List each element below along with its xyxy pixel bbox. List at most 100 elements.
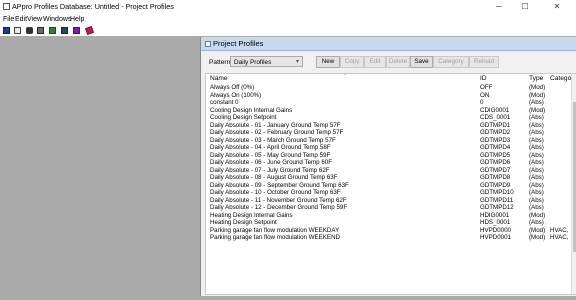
cell-id: HVPD0000 bbox=[480, 226, 511, 234]
eraser-icon[interactable] bbox=[85, 26, 94, 35]
table-row[interactable]: Daily Absolute - 06 - June Ground Temp 6… bbox=[206, 159, 576, 166]
menu-file[interactable]: File bbox=[3, 16, 14, 24]
cell-id: GDTMPD6 bbox=[480, 159, 511, 166]
window-title: APpro Profiles Database: Untitled - Proj… bbox=[12, 2, 174, 11]
cell-name: Daily Absolute - 05 - May Ground Temp 59… bbox=[210, 151, 331, 159]
cell-name: Cooling Design Setpoint bbox=[210, 114, 277, 121]
cell-id: CDIG0001 bbox=[480, 106, 510, 114]
cell-id: CDS_0001 bbox=[480, 114, 511, 121]
menu-view[interactable]: View bbox=[27, 16, 42, 24]
cell-name: Daily Absolute - 03 - March Ground Temp … bbox=[210, 136, 336, 144]
reload-button[interactable]: Reload bbox=[469, 56, 499, 68]
cell-type: (Mod) bbox=[529, 226, 546, 234]
cell-name: Heating Design Internal Gains bbox=[210, 211, 293, 219]
table-row[interactable]: Cooling Design Internal Gains CDIG0001 (Mo… bbox=[206, 107, 576, 114]
grid-icon[interactable] bbox=[61, 27, 68, 34]
cell-type: (Abs) bbox=[529, 204, 544, 211]
table-row[interactable]: Daily Absolute - 01 - January Ground Tem… bbox=[206, 122, 576, 129]
cell-id: GDTMPD12 bbox=[480, 204, 514, 211]
copy-icon[interactable] bbox=[37, 27, 44, 34]
menu-edit[interactable]: Edit bbox=[15, 16, 27, 24]
print-icon[interactable] bbox=[14, 27, 21, 34]
cell-type: (Abs) bbox=[529, 144, 544, 151]
cell-id: GDTMPD11 bbox=[480, 196, 514, 204]
new-button[interactable]: New bbox=[316, 56, 340, 68]
cell-id: GDTMPD3 bbox=[480, 136, 511, 144]
table-row[interactable]: Daily Absolute - 09 - September Ground T… bbox=[206, 182, 576, 189]
toolbar bbox=[0, 25, 576, 36]
menu-help[interactable]: Help bbox=[70, 16, 84, 24]
copy-button[interactable]: Copy bbox=[340, 56, 364, 68]
cell-id: HDIG0001 bbox=[480, 211, 510, 219]
table-row[interactable]: Daily Absolute - 05 - May Ground Temp 59… bbox=[206, 152, 576, 159]
table-row[interactable]: Parking garage fan flow modulation WEEKD… bbox=[206, 227, 576, 234]
table-row[interactable]: Daily Absolute - 07 - July Ground Temp 6… bbox=[206, 167, 576, 174]
maximize-button[interactable]: ☐ bbox=[513, 0, 537, 14]
cell-id: GDTMPD7 bbox=[480, 166, 511, 174]
cell-id: GDTMPD4 bbox=[480, 144, 511, 151]
cell-name: Heating Design Setpoint bbox=[210, 219, 277, 226]
sort-ascending-icon: ^ bbox=[344, 73, 347, 79]
cell-type: (Mod) bbox=[529, 91, 546, 99]
cell-id: GDTMPD1 bbox=[480, 121, 511, 129]
table-row[interactable]: constant 0 0 (Abs) bbox=[206, 99, 576, 106]
cell-type: (Abs) bbox=[529, 159, 544, 166]
cell-id: HDS_0001 bbox=[480, 219, 511, 226]
menu-bar: File Edit View Windows Help bbox=[0, 14, 576, 25]
book-icon[interactable] bbox=[73, 27, 80, 34]
pattern-value: Daily Profiles bbox=[234, 59, 272, 66]
table-row[interactable]: Daily Absolute - 02 - February Ground Te… bbox=[206, 129, 576, 136]
cell-name: Daily Absolute - 06 - June Ground Temp 6… bbox=[210, 159, 332, 166]
table-row[interactable]: Daily Absolute - 10 - October Ground Tem… bbox=[206, 189, 576, 196]
project-profiles-window: Project Profiles Pattern: Daily Profiles… bbox=[200, 37, 576, 296]
vertical-scrollbar[interactable] bbox=[571, 74, 576, 294]
cell-name: Always On (100%) bbox=[210, 91, 262, 99]
cell-name: Daily Absolute - 09 - September Ground T… bbox=[210, 181, 349, 189]
minimize-button[interactable]: ─ bbox=[487, 0, 511, 14]
table-row[interactable]: Daily Absolute - 12 - December Ground Te… bbox=[206, 204, 576, 211]
table-row[interactable]: Always On (100%) ON (Mod) bbox=[206, 92, 576, 99]
save-icon[interactable] bbox=[3, 27, 10, 34]
column-header-name[interactable]: Name bbox=[210, 75, 228, 82]
column-header-category[interactable]: Categor bbox=[550, 75, 573, 82]
cell-type: (Abs) bbox=[529, 151, 544, 159]
cell-id: OFF bbox=[480, 84, 493, 91]
pattern-label: Pattern: bbox=[209, 59, 233, 66]
cell-type: (Abs) bbox=[529, 219, 544, 226]
table-row[interactable]: Daily Absolute - 04 - April Ground Temp … bbox=[206, 144, 576, 151]
delete-button[interactable]: Delete bbox=[386, 56, 410, 68]
profiles-list[interactable]: Name ^ ID Type Categor Always Off (0%) OF… bbox=[205, 73, 576, 295]
window-title-bar[interactable]: APpro Profiles Database: Untitled - Proj… bbox=[0, 0, 576, 14]
cell-type: (Abs) bbox=[529, 99, 544, 106]
table-row[interactable]: Daily Absolute - 11 - November Ground Te… bbox=[206, 197, 576, 204]
cell-name: Daily Absolute - 10 - October Ground Tem… bbox=[210, 189, 341, 196]
table-row[interactable]: Daily Absolute - 08 - August Ground Temp… bbox=[206, 174, 576, 181]
table-row[interactable]: Parking garage fan flow modulation WEEKE… bbox=[206, 234, 576, 241]
find-icon[interactable] bbox=[26, 27, 33, 34]
menu-windows[interactable]: Windows bbox=[43, 16, 71, 24]
table-row[interactable]: Heating Design Setpoint HDS_0001 (Abs) bbox=[206, 219, 576, 226]
cell-name: Daily Absolute - 02 - February Ground Te… bbox=[210, 129, 344, 136]
close-button[interactable]: ✕ bbox=[545, 0, 569, 14]
cell-id: GDTMPD2 bbox=[480, 129, 511, 136]
cell-type: (Mod) bbox=[529, 234, 546, 241]
database-icon[interactable] bbox=[49, 27, 56, 34]
pattern-dropdown[interactable]: Daily Profiles ▾ bbox=[230, 56, 303, 67]
panel-title-bar[interactable]: Project Profiles bbox=[201, 37, 576, 51]
table-row[interactable]: Daily Absolute - 03 - March Ground Temp … bbox=[206, 137, 576, 144]
column-header-type[interactable]: Type bbox=[529, 75, 543, 82]
table-row[interactable]: Cooling Design Setpoint CDS_0001 (Abs) bbox=[206, 114, 576, 121]
cell-type: (Mod) bbox=[529, 106, 546, 114]
cell-id: GDTMPD10 bbox=[480, 189, 514, 196]
column-header-id[interactable]: ID bbox=[480, 75, 487, 82]
cell-name: Daily Absolute - 12 - December Ground Te… bbox=[210, 204, 348, 211]
table-row[interactable]: Heating Design Internal Gains HDIG0001 (Mo… bbox=[206, 212, 576, 219]
cell-type: (Abs) bbox=[529, 181, 544, 189]
category-button[interactable]: Category bbox=[433, 56, 469, 68]
table-row[interactable]: Always Off (0%) OFF (Mod) bbox=[206, 84, 576, 91]
save-button[interactable]: Save bbox=[410, 56, 433, 68]
chevron-down-icon: ▾ bbox=[295, 59, 299, 65]
panel-title: Project Profiles bbox=[213, 39, 264, 48]
cell-name: constant 0 bbox=[210, 99, 239, 106]
edit-button[interactable]: Edit bbox=[364, 56, 386, 68]
